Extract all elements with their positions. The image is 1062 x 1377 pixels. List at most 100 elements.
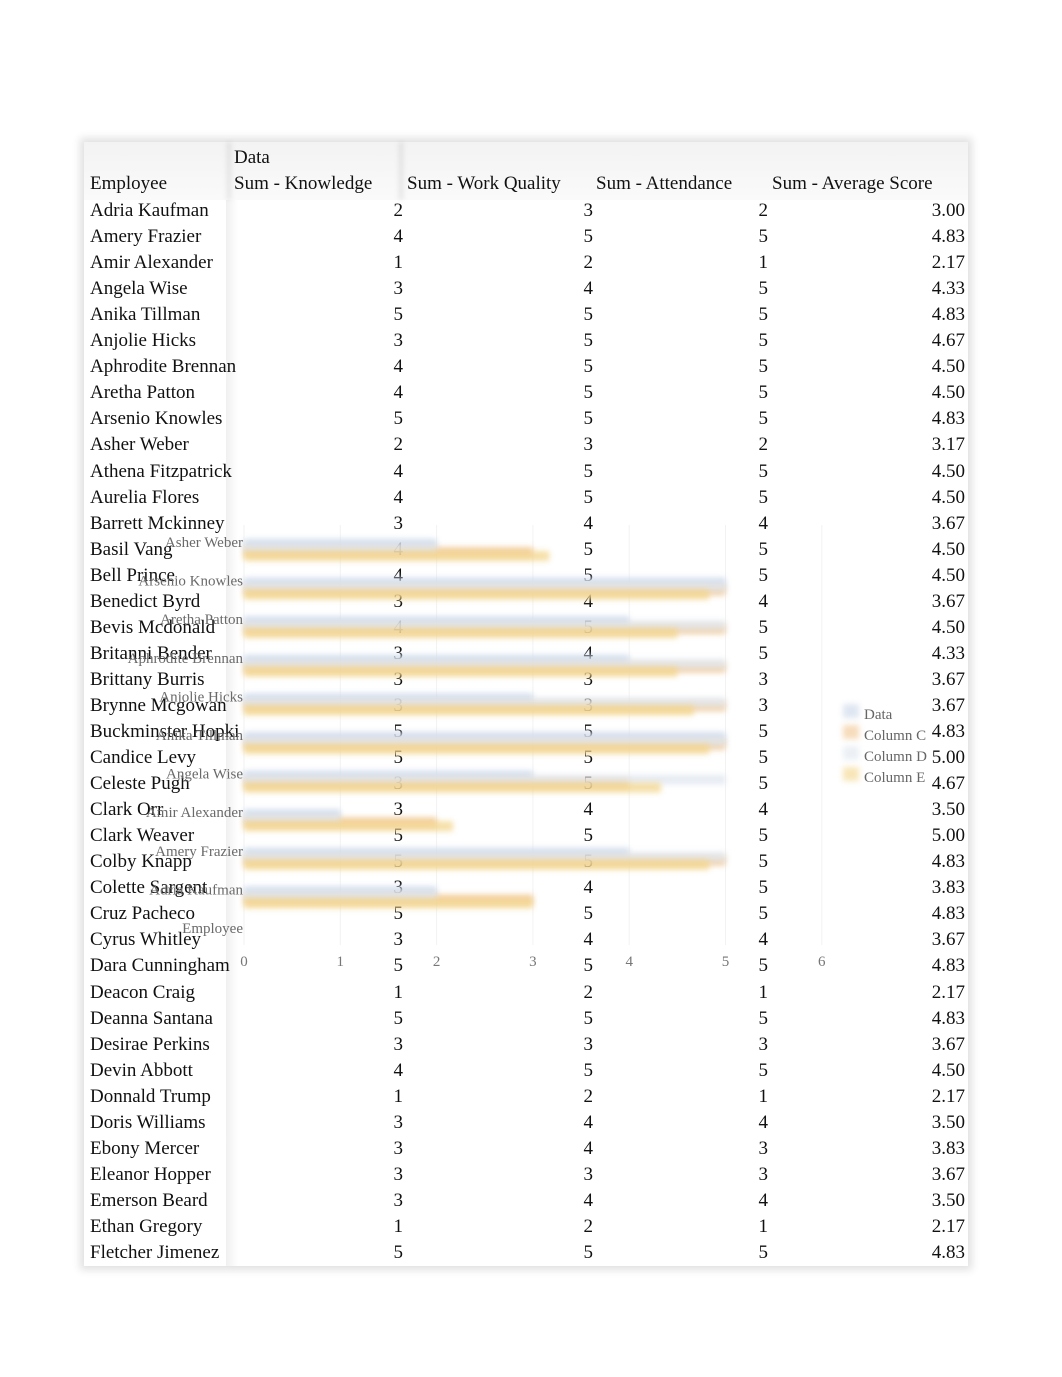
average-score-value[interactable]: 3.83 — [880, 1138, 965, 1160]
work-quality-value[interactable]: 5 — [520, 903, 594, 925]
work-quality-value[interactable]: 5 — [520, 356, 594, 378]
attendance-value[interactable]: 5 — [695, 643, 769, 665]
work-quality-value[interactable]: 2 — [520, 252, 594, 274]
average-score-value[interactable]: 3.67 — [880, 1034, 965, 1056]
average-score-value[interactable]: 4.83 — [880, 1242, 965, 1264]
knowledge-value[interactable]: 3 — [330, 513, 404, 535]
employee-name[interactable]: Desirae Perkins — [90, 1034, 210, 1056]
work-quality-value[interactable]: 5 — [520, 226, 594, 248]
attendance-value[interactable]: 5 — [695, 356, 769, 378]
attendance-value[interactable]: 5 — [695, 461, 769, 483]
knowledge-value[interactable]: 3 — [330, 278, 404, 300]
attendance-value[interactable]: 1 — [695, 982, 769, 1004]
work-quality-value[interactable]: 5 — [520, 851, 594, 873]
employee-name[interactable]: Donnald Trump — [90, 1086, 211, 1108]
work-quality-value[interactable]: 5 — [520, 747, 594, 769]
employee-name[interactable]: Dara Cunningham — [90, 955, 230, 977]
attendance-value[interactable]: 3 — [695, 1034, 769, 1056]
attendance-value[interactable]: 5 — [695, 226, 769, 248]
attendance-value[interactable]: 5 — [695, 1060, 769, 1082]
attendance-value[interactable]: 5 — [695, 487, 769, 509]
data-field-header[interactable]: Data — [234, 147, 270, 169]
knowledge-value[interactable]: 3 — [330, 643, 404, 665]
average-score-value[interactable]: 3.50 — [880, 1190, 965, 1212]
average-score-value[interactable]: 3.67 — [880, 1164, 965, 1186]
employee-name[interactable]: Devin Abbott — [90, 1060, 193, 1082]
attendance-value[interactable]: 2 — [695, 434, 769, 456]
knowledge-value[interactable]: 3 — [330, 695, 404, 717]
employee-name[interactable]: Clark Orr — [90, 799, 163, 821]
work-quality-value[interactable]: 5 — [520, 1060, 594, 1082]
column-header-work-quality[interactable]: Sum - Work Quality — [407, 173, 561, 195]
knowledge-value[interactable]: 3 — [330, 1138, 404, 1160]
knowledge-value[interactable]: 1 — [330, 982, 404, 1004]
average-score-value[interactable]: 2.17 — [880, 1216, 965, 1238]
average-score-value[interactable]: 4.83 — [880, 408, 965, 430]
attendance-value[interactable]: 1 — [695, 1086, 769, 1108]
employee-name[interactable]: Buckminster Hopki — [90, 721, 239, 743]
knowledge-value[interactable]: 5 — [330, 1008, 404, 1030]
knowledge-value[interactable]: 5 — [330, 903, 404, 925]
work-quality-value[interactable]: 4 — [520, 643, 594, 665]
work-quality-value[interactable]: 2 — [520, 1216, 594, 1238]
average-score-value[interactable]: 4.83 — [880, 721, 965, 743]
attendance-value[interactable]: 4 — [695, 591, 769, 613]
knowledge-value[interactable]: 4 — [330, 461, 404, 483]
attendance-value[interactable]: 3 — [695, 1164, 769, 1186]
attendance-value[interactable]: 5 — [695, 903, 769, 925]
knowledge-value[interactable]: 3 — [330, 1034, 404, 1056]
knowledge-value[interactable]: 3 — [330, 669, 404, 691]
work-quality-value[interactable]: 4 — [520, 1190, 594, 1212]
knowledge-value[interactable]: 5 — [330, 955, 404, 977]
employee-name[interactable]: Britanni Bender — [90, 643, 212, 665]
average-score-value[interactable]: 4.83 — [880, 955, 965, 977]
knowledge-value[interactable]: 3 — [330, 1164, 404, 1186]
average-score-value[interactable]: 4.67 — [880, 330, 965, 352]
employee-name[interactable]: Aurelia Flores — [90, 487, 199, 509]
knowledge-value[interactable]: 5 — [330, 747, 404, 769]
average-score-value[interactable]: 3.67 — [880, 669, 965, 691]
work-quality-value[interactable]: 2 — [520, 1086, 594, 1108]
knowledge-value[interactable]: 3 — [330, 877, 404, 899]
knowledge-value[interactable]: 4 — [330, 1060, 404, 1082]
knowledge-value[interactable]: 2 — [330, 434, 404, 456]
average-score-value[interactable]: 4.33 — [880, 278, 965, 300]
knowledge-value[interactable]: 5 — [330, 408, 404, 430]
work-quality-value[interactable]: 5 — [520, 461, 594, 483]
work-quality-value[interactable]: 5 — [520, 955, 594, 977]
employee-name[interactable]: Bell Prince — [90, 565, 175, 587]
knowledge-value[interactable]: 3 — [330, 1112, 404, 1134]
employee-name[interactable]: Cruz Pacheco — [90, 903, 195, 925]
average-score-value[interactable]: 4.50 — [880, 487, 965, 509]
work-quality-value[interactable]: 5 — [520, 721, 594, 743]
knowledge-value[interactable]: 4 — [330, 565, 404, 587]
employee-name[interactable]: Amery Frazier — [90, 226, 201, 248]
attendance-value[interactable]: 5 — [695, 565, 769, 587]
work-quality-value[interactable]: 5 — [520, 382, 594, 404]
employee-name[interactable]: Cyrus Whitley — [90, 929, 201, 951]
average-score-value[interactable]: 3.67 — [880, 695, 965, 717]
average-score-value[interactable]: 3.00 — [880, 200, 965, 222]
attendance-value[interactable]: 5 — [695, 304, 769, 326]
work-quality-value[interactable]: 5 — [520, 487, 594, 509]
knowledge-value[interactable]: 4 — [330, 226, 404, 248]
knowledge-value[interactable]: 5 — [330, 304, 404, 326]
average-score-value[interactable]: 4.50 — [880, 356, 965, 378]
work-quality-value[interactable]: 3 — [520, 1164, 594, 1186]
average-score-value[interactable]: 4.83 — [880, 851, 965, 873]
knowledge-value[interactable]: 3 — [330, 929, 404, 951]
attendance-value[interactable]: 5 — [695, 539, 769, 561]
employee-name[interactable]: Athena Fitzpatrick — [90, 461, 232, 483]
average-score-value[interactable]: 4.83 — [880, 903, 965, 925]
employee-name[interactable]: Deanna Santana — [90, 1008, 213, 1030]
attendance-value[interactable]: 3 — [695, 1138, 769, 1160]
employee-name[interactable]: Celeste Pugh — [90, 773, 190, 795]
attendance-value[interactable]: 4 — [695, 1112, 769, 1134]
employee-name[interactable]: Basil Vang — [90, 539, 173, 561]
work-quality-value[interactable]: 2 — [520, 982, 594, 1004]
average-score-value[interactable]: 4.50 — [880, 565, 965, 587]
employee-name[interactable]: Benedict Byrd — [90, 591, 200, 613]
work-quality-value[interactable]: 5 — [520, 1008, 594, 1030]
column-header-attendance[interactable]: Sum - Attendance — [596, 173, 732, 195]
work-quality-value[interactable]: 3 — [520, 669, 594, 691]
